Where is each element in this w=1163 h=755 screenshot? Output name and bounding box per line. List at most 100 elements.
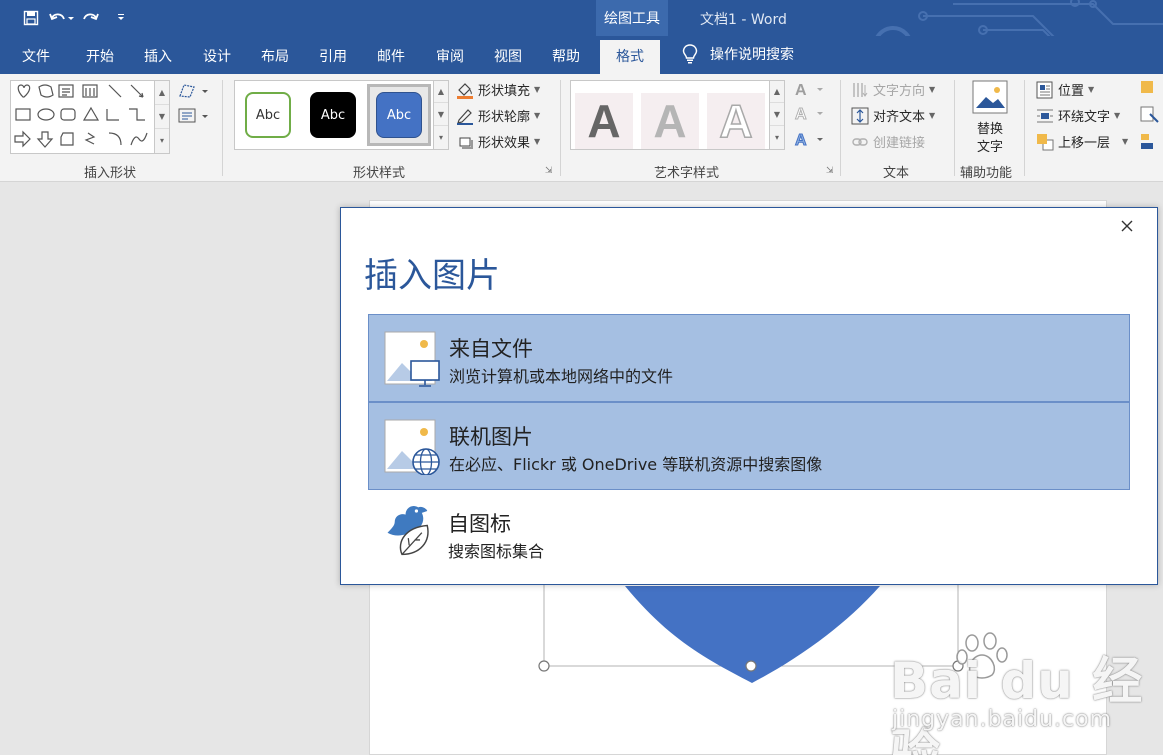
lightbulb-icon bbox=[682, 44, 698, 64]
shapes-gallery[interactable] bbox=[10, 80, 170, 154]
text-direction-button[interactable]: 文字方向 ▼ bbox=[851, 80, 935, 99]
text-group-label: 文本 bbox=[883, 166, 910, 181]
watermark-brand: Bai du 经验 bbox=[890, 652, 1144, 755]
tab-references[interactable]: 引用 bbox=[319, 46, 347, 66]
tab-design[interactable]: 设计 bbox=[203, 46, 231, 66]
wordart-style-gray[interactable]: A bbox=[575, 93, 633, 149]
wordart-style-outline[interactable]: A bbox=[707, 93, 765, 149]
bring-forward-label: 上移一层 bbox=[1058, 136, 1111, 151]
position-button[interactable]: 位置 ▼ bbox=[1036, 80, 1094, 99]
insert-shapes-label: 插入形状 bbox=[84, 166, 137, 181]
text-direction-label: 文字方向 bbox=[873, 84, 926, 99]
align-text-label: 对齐文本 bbox=[873, 110, 926, 125]
tab-home[interactable]: 开始 bbox=[86, 46, 114, 66]
shapes-gallery-scroll[interactable]: ▲ ▼ ▾ bbox=[154, 80, 170, 154]
shape-outline-button[interactable]: 形状轮廓 ▼ bbox=[456, 106, 540, 125]
option-from-file-desc: 浏览计算机或本地网络中的文件 bbox=[449, 367, 674, 386]
position-icon bbox=[1036, 81, 1053, 98]
shape-style-blue-fill[interactable]: Abc bbox=[376, 92, 422, 138]
ribbon-tabs: 文件 开始 插入 设计 布局 引用 邮件 审阅 视图 帮助 格式 操作说明搜索 bbox=[0, 36, 1163, 74]
edit-shape-button[interactable] bbox=[178, 82, 210, 104]
shape-style-green-outline[interactable]: Abc bbox=[245, 92, 291, 138]
shape-effects-icon bbox=[459, 137, 473, 149]
redo-icon[interactable] bbox=[78, 6, 104, 30]
text-outline-button[interactable]: A bbox=[793, 104, 827, 128]
link-icon bbox=[852, 137, 868, 146]
insert-picture-dialog: 插入图片 来自文件 浏览计算机或本地网络中的文件 联机图片 在必应、Flickr… bbox=[340, 207, 1158, 585]
undo-icon[interactable] bbox=[48, 6, 74, 30]
option-from-icons-title: 自图标 bbox=[448, 512, 511, 536]
wordart-style-light[interactable]: A bbox=[641, 93, 699, 149]
wordart-gallery[interactable]: A A A bbox=[570, 80, 770, 150]
shape-styles-gallery[interactable]: Abc Abc Abc bbox=[234, 80, 434, 150]
position-label: 位置 bbox=[1058, 84, 1085, 99]
text-effects-icon: A bbox=[795, 132, 823, 150]
shape-fill-label: 形状填充 bbox=[478, 84, 531, 99]
shape-effects-button[interactable]: 形状效果 ▼ bbox=[456, 132, 540, 151]
tab-layout[interactable]: 布局 bbox=[261, 46, 289, 66]
tab-mailings[interactable]: 邮件 bbox=[377, 46, 405, 66]
align-objects-icon[interactable] bbox=[1140, 132, 1160, 156]
shape-fill-button[interactable]: 形状填充 ▼ bbox=[456, 80, 540, 99]
shape-styles-scroll[interactable]: ▲ ▼ ▾ bbox=[433, 80, 449, 150]
close-icon[interactable] bbox=[1117, 216, 1137, 236]
wordart-scroll[interactable]: ▲ ▼ ▾ bbox=[769, 80, 785, 150]
option-from-icons-desc: 搜索图标集合 bbox=[448, 542, 545, 561]
alt-text-line2: 文字 bbox=[976, 140, 1003, 155]
shapes-grid-icon bbox=[14, 84, 148, 148]
bring-forward-icon bbox=[1037, 133, 1054, 150]
svg-text:A: A bbox=[795, 132, 807, 149]
circuit-decoration-icon bbox=[875, 0, 1163, 36]
tab-help[interactable]: 帮助 bbox=[552, 46, 580, 66]
selection-pane-icon[interactable] bbox=[1140, 106, 1160, 130]
shape-style-black-fill[interactable]: Abc bbox=[310, 92, 356, 138]
shape-styles-label: 形状样式 bbox=[353, 166, 406, 181]
option-online-pictures[interactable]: 联机图片 在必应、Flickr 或 OneDrive 等联机资源中搜索图像 bbox=[368, 402, 1130, 490]
shape-styles-launcher-icon[interactable]: ⇲ bbox=[545, 166, 555, 176]
option-from-file-title: 来自文件 bbox=[449, 337, 533, 361]
option-online-pictures-title: 联机图片 bbox=[449, 425, 533, 449]
option-from-file[interactable]: 来自文件 浏览计算机或本地网络中的文件 bbox=[368, 314, 1130, 402]
create-link-label: 创建链接 bbox=[873, 136, 926, 151]
picture-computer-icon bbox=[384, 331, 440, 387]
alt-text-button[interactable]: 替换 文字 bbox=[966, 80, 1014, 156]
watermark-url: jingyan.baidu.com bbox=[892, 707, 1113, 732]
option-online-pictures-desc: 在必应、Flickr 或 OneDrive 等联机资源中搜索图像 bbox=[449, 455, 823, 474]
tell-me-search[interactable]: 操作说明搜索 bbox=[682, 44, 794, 64]
quick-access-toolbar bbox=[18, 6, 134, 30]
option-from-icons[interactable]: 自图标 搜索图标集合 bbox=[368, 490, 1130, 578]
align-text-button[interactable]: 对齐文本 ▼ bbox=[851, 106, 935, 125]
tab-format[interactable]: 格式 bbox=[600, 40, 660, 74]
drawing-tools-label: 绘图工具 bbox=[596, 0, 668, 36]
create-link-button[interactable]: 创建链接 bbox=[851, 132, 925, 151]
tab-file[interactable]: 文件 bbox=[22, 46, 50, 66]
text-fill-icon: A bbox=[795, 82, 823, 99]
text-box-button[interactable] bbox=[178, 108, 210, 128]
wrap-text-label: 环绕文字 bbox=[1058, 110, 1111, 125]
text-effects-button[interactable]: A bbox=[793, 130, 827, 154]
text-fill-button[interactable]: A bbox=[793, 80, 827, 104]
accessibility-label: 辅助功能 bbox=[960, 166, 1013, 181]
wordart-launcher-icon[interactable]: ⇲ bbox=[826, 166, 836, 176]
dialog-title: 插入图片 bbox=[364, 256, 500, 296]
tab-review[interactable]: 审阅 bbox=[436, 46, 464, 66]
wrap-text-button[interactable]: 环绕文字 ▼ bbox=[1036, 106, 1120, 125]
alt-text-icon bbox=[972, 80, 1008, 114]
customize-icon[interactable] bbox=[108, 6, 134, 30]
tab-insert[interactable]: 插入 bbox=[144, 46, 172, 66]
bring-forward-button[interactable]: 上移一层 ▼ bbox=[1036, 132, 1128, 151]
title-bar: 绘图工具 文档1 - Word bbox=[0, 0, 1163, 36]
shape-effects-label: 形状效果 bbox=[478, 136, 531, 151]
wordart-styles-label: 艺术字样式 bbox=[654, 166, 720, 181]
tell-me-label: 操作说明搜索 bbox=[710, 47, 794, 63]
save-icon[interactable] bbox=[18, 6, 44, 30]
tab-view[interactable]: 视图 bbox=[494, 46, 522, 66]
ribbon: ▲ ▼ ▾ 插入形状 Abc Abc Abc ▲ ▼ ▾ 形状填充 ▼ 形状轮廓 ▼ 形状效… bbox=[0, 74, 1163, 182]
svg-text:A: A bbox=[795, 106, 807, 123]
text-direction-icon bbox=[853, 82, 868, 97]
send-backward-icon[interactable] bbox=[1140, 80, 1160, 104]
shape-outline-label: 形状轮廓 bbox=[478, 110, 531, 125]
edit-shape-icon bbox=[179, 84, 208, 98]
align-text-icon bbox=[851, 107, 869, 124]
wrap-text-icon bbox=[1037, 109, 1053, 122]
